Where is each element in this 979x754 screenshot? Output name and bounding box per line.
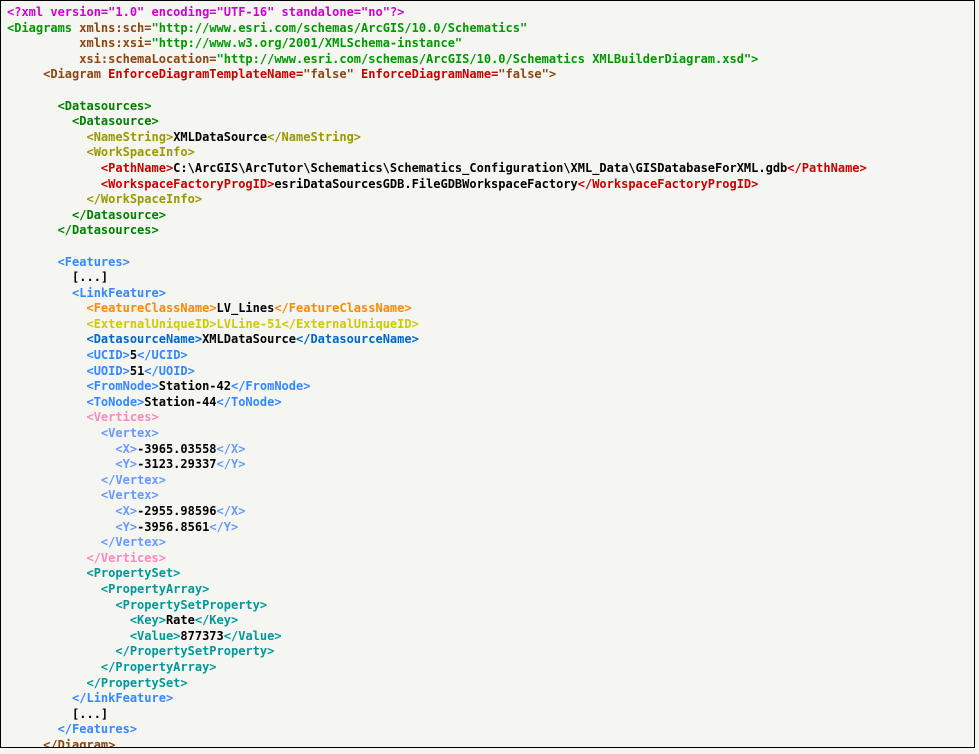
diagram-close: </Diagram>	[43, 738, 115, 748]
ellipsis: [...]	[72, 270, 108, 284]
xml-code-block: <?xml version="1.0" encoding="UTF-16" st…	[0, 0, 975, 748]
xml-declaration: <?xml version="1.0" encoding="UTF-16" st…	[7, 5, 404, 19]
datasource-open: <Datasource>	[72, 114, 159, 128]
vertices-open: <Vertices>	[86, 410, 158, 424]
diagrams-open: <Diagrams	[7, 21, 72, 35]
xml-content: <?xml version="1.0" encoding="UTF-16" st…	[7, 5, 968, 748]
datasources-open: <Datasources>	[58, 99, 152, 113]
linkfeature-open: <LinkFeature>	[72, 286, 166, 300]
propertyset-open: <PropertySet>	[86, 566, 180, 580]
diagram-open: <Diagram	[43, 67, 101, 81]
features-open: <Features>	[58, 255, 130, 269]
